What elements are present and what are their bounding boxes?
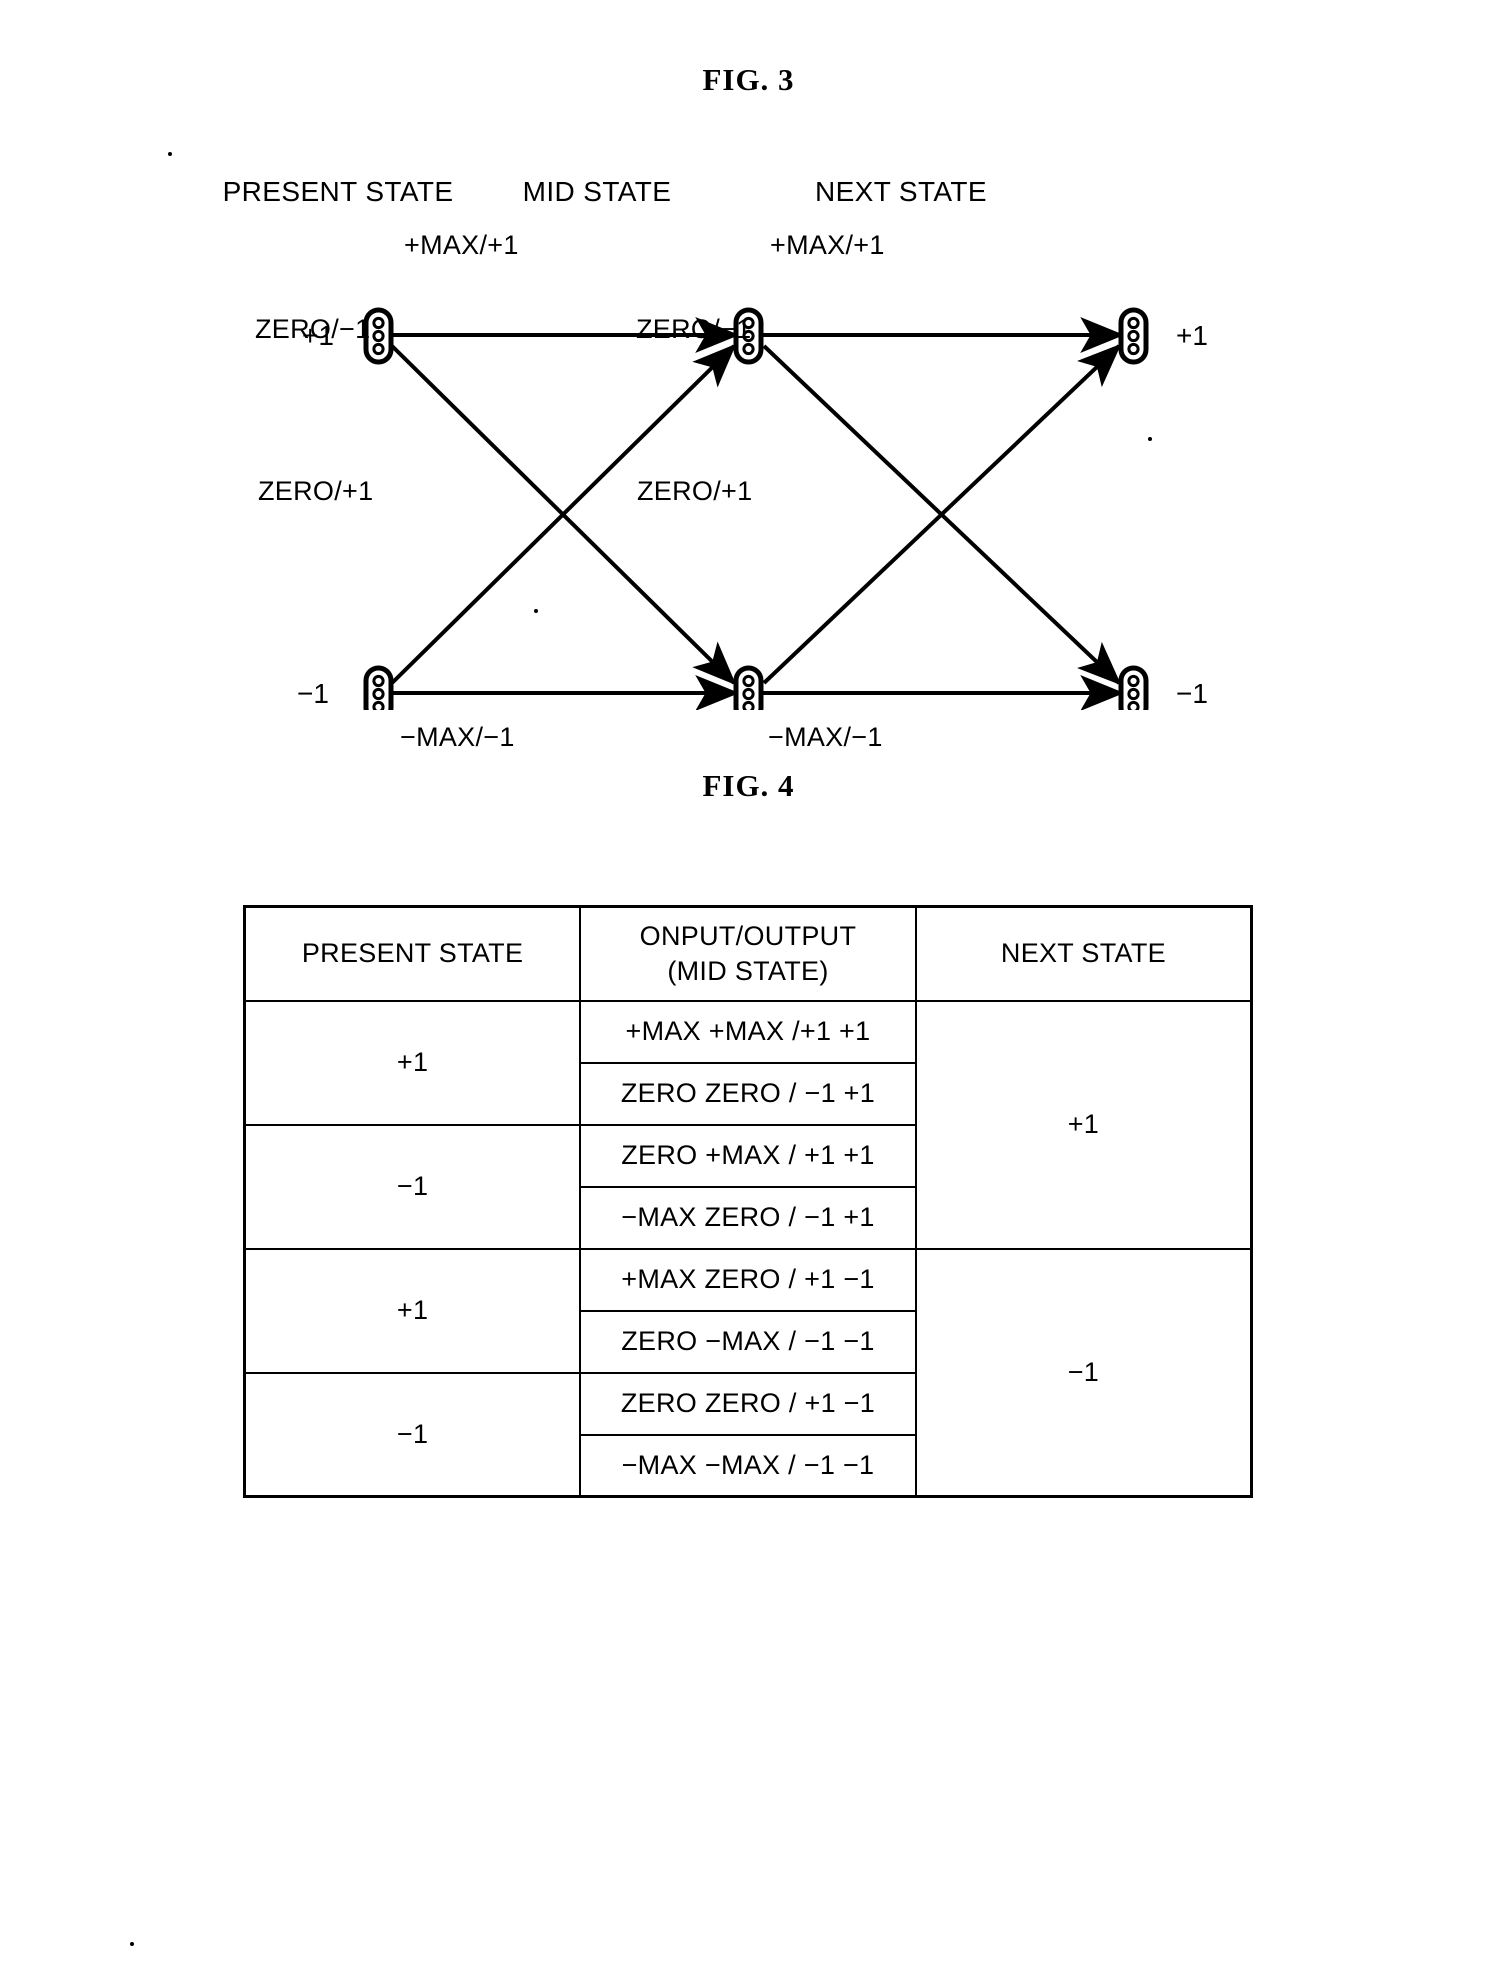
cell-present-state: −1 (243, 1123, 582, 1250)
fig3-trellis-diagram: PRESENT STATE MID STATE NEXT STATE +1 −1… (0, 150, 1497, 752)
fig3-node-label-right-bottom: −1 (1176, 678, 1208, 709)
fig3-edge-label-stage1-cross-up: ZERO/+1 (258, 476, 374, 506)
fig3-edge-label-stage1-cross-down: ZERO/−1 (255, 314, 371, 344)
state-node-icon (363, 665, 394, 710)
table-header-row: PRESENT STATE ONPUT/OUTPUT (MID STATE) N… (243, 905, 1253, 1002)
fig3-node-label-left-bottom: −1 (297, 678, 329, 709)
column-header-next-state: NEXT STATE (914, 905, 1253, 1002)
cell-present-state: −1 (243, 1371, 582, 1498)
scan-speck (130, 1942, 134, 1946)
cell-input-output-text: ZERO ZERO / +1 −1 (620, 1388, 876, 1418)
fig4-caption: FIG. 4 (702, 768, 795, 803)
fig3-edge-label-stage1-top: +MAX/+1 (404, 230, 519, 260)
table-row: +1 +MAX +MAX /+1 +1 +1 (243, 999, 1253, 1250)
fig3-trellis-svg (363, 307, 1149, 710)
cell-input-output: ZERO −MAX / −1 −1 (579, 1309, 917, 1374)
fig3-edge-label-stage2-top: +MAX/+1 (770, 230, 885, 260)
cell-input-output-text: ZERO ZERO / −1 +1 (620, 1078, 876, 1108)
cell-input-output-highlighted: ZERO ZERO / −1 +1 (579, 1061, 917, 1126)
column-header-present-state: PRESENT STATE (243, 905, 582, 1002)
column-header-input-output-line2: (MID STATE) (667, 955, 829, 986)
cell-input-output: +MAX ZERO / +1 −1 (579, 1247, 917, 1312)
state-node-icon (1118, 665, 1149, 710)
scan-speck (168, 152, 172, 156)
cell-input-output-highlighted: ZERO ZERO / +1 −1 (579, 1371, 917, 1436)
cell-next-state: +1 (914, 999, 1253, 1250)
state-node-icon (1118, 307, 1149, 365)
fig3-edge-label-stage2-cross-down: ZERO/−1 (636, 314, 752, 344)
fig3-edge-label-stage1-bottom: −MAX/−1 (400, 722, 515, 752)
state-node-icon (733, 665, 764, 710)
scan-speck (1148, 437, 1152, 441)
scan-speck (534, 609, 538, 613)
table-row: +1 +MAX ZERO / +1 −1 −1 (243, 1247, 1253, 1498)
fig3-caption: FIG. 3 (702, 62, 795, 97)
cell-present-state: +1 (243, 1247, 582, 1374)
fig3-edge-label-stage2-bottom: −MAX/−1 (768, 722, 883, 752)
column-header-input-output: ONPUT/OUTPUT (MID STATE) (579, 905, 917, 1002)
fig3-edge-label-stage2-cross-up: ZERO/+1 (637, 476, 753, 506)
fig4-state-transition-table: PRESENT STATE ONPUT/OUTPUT (MID STATE) N… (243, 905, 1253, 1498)
cell-input-output: −MAX ZERO / −1 +1 (579, 1185, 917, 1250)
cell-input-output: ZERO +MAX / +1 +1 (579, 1123, 917, 1188)
fig3-state-nodes (363, 307, 1149, 710)
truth-table: PRESENT STATE ONPUT/OUTPUT (MID STATE) N… (243, 905, 1253, 1498)
cell-input-output: −MAX −MAX / −1 −1 (579, 1433, 917, 1498)
cell-present-state: +1 (243, 999, 582, 1126)
column-header-input-output-line1: ONPUT/OUTPUT (639, 921, 857, 952)
cell-input-output: +MAX +MAX /+1 +1 (579, 999, 917, 1064)
fig3-node-label-right-top: +1 (1176, 320, 1208, 351)
cell-next-state: −1 (914, 1247, 1253, 1498)
